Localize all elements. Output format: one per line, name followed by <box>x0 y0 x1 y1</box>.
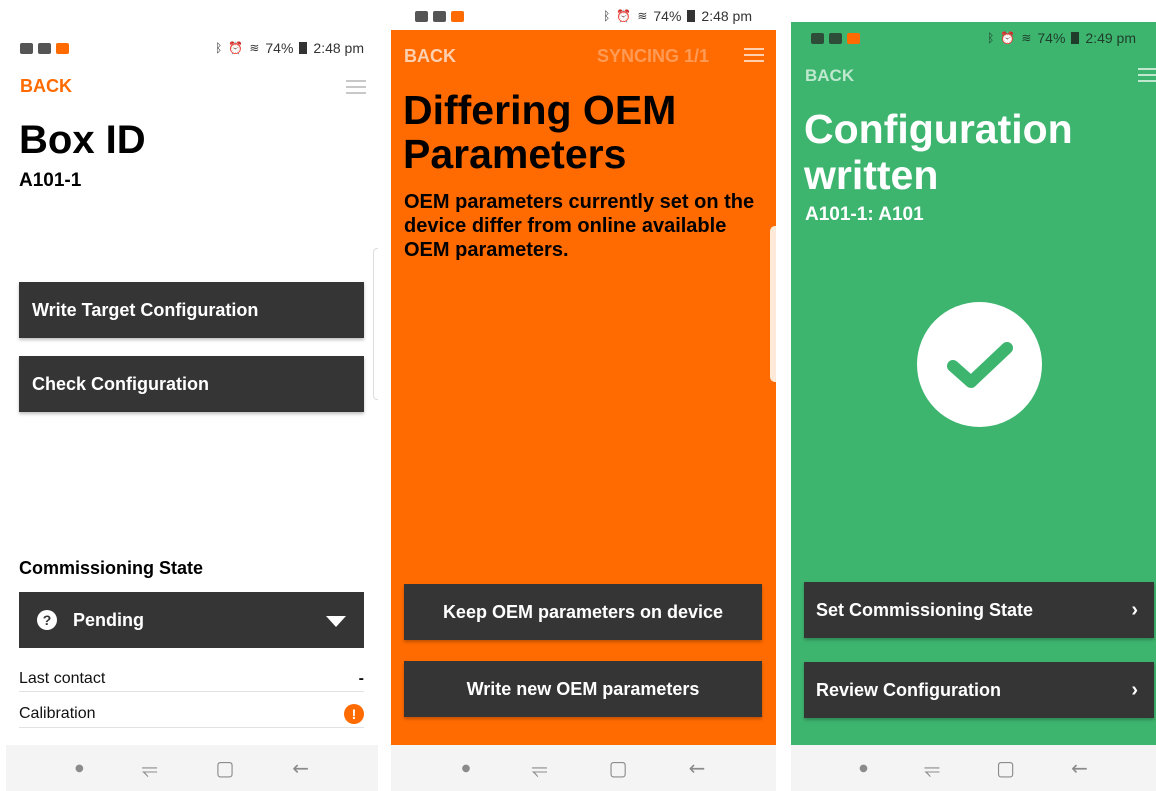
home-icon[interactable]: ▢ <box>609 756 628 780</box>
message-icon <box>38 42 51 54</box>
back-button[interactable]: BACK <box>20 76 72 97</box>
back-button[interactable]: BACK <box>805 66 854 86</box>
page-title: Differing OEM Parameters <box>403 87 677 177</box>
battery-percent: 74% <box>1037 30 1066 46</box>
gallery-icon <box>20 42 33 54</box>
dot-icon[interactable]: ● <box>75 763 84 774</box>
clock: 2:48 pm <box>701 8 752 24</box>
nav-bar: ● ⥫ ▢ ← <box>791 745 1156 791</box>
battery-icon <box>1071 32 1080 44</box>
recent-apps-icon[interactable]: ⥫ <box>531 756 547 780</box>
nav-bar: ● ⥫ ▢ ← <box>6 745 378 791</box>
box-id-value: A101-1 <box>19 170 82 191</box>
page-title: Box ID <box>19 118 146 162</box>
commissioning-state-heading: Commissioning State <box>19 558 204 578</box>
write-target-configuration-button[interactable]: Write Target Configuration <box>19 282 364 338</box>
home-icon[interactable]: ▢ <box>215 756 234 780</box>
checkmark-icon <box>946 341 1013 388</box>
screen-box-id: ᛒ ⏰ ≋ 74% 2:48 pm BACK Box ID A101-1 Wri… <box>6 30 378 791</box>
clock: 2:48 pm <box>313 40 364 56</box>
help-icon: ? <box>37 610 57 630</box>
page-title: Configuration written <box>804 106 1073 198</box>
alarm-icon: ⏰ <box>1000 31 1016 45</box>
menu-icon[interactable] <box>1138 68 1156 82</box>
status-bar: ᛒ ⏰ ≋ 74% 2:49 pm <box>791 25 1156 51</box>
alarm-icon: ⏰ <box>228 41 244 55</box>
wifi-icon: ≋ <box>249 41 260 55</box>
last-contact-value: - <box>358 669 364 687</box>
gallery-icon <box>811 32 824 44</box>
last-contact-label: Last contact <box>19 669 106 687</box>
device-id: A101-1: A101 <box>805 204 924 225</box>
app-notification-icon <box>847 32 860 44</box>
status-bar: ᛒ ⏰ ≋ 74% 2:48 pm <box>6 35 378 61</box>
bluetooth-icon: ᛒ <box>987 31 995 45</box>
set-commissioning-state-label: Set Commissioning State <box>816 599 1034 620</box>
wifi-icon: ≋ <box>637 9 648 23</box>
scroll-handle[interactable] <box>770 226 776 382</box>
chevron-right-icon: › <box>1131 598 1138 621</box>
success-check-icon <box>917 302 1042 427</box>
chevron-right-icon: › <box>1131 678 1138 701</box>
wifi-icon: ≋ <box>1021 31 1032 45</box>
back-button[interactable]: BACK <box>404 46 456 67</box>
review-configuration-label: Review Configuration <box>816 679 1002 700</box>
bluetooth-icon: ᛒ <box>603 9 611 23</box>
app-notification-icon <box>56 42 69 54</box>
review-configuration-button[interactable]: Review Configuration › <box>804 662 1154 718</box>
calibration-row: Calibration ! <box>19 700 364 728</box>
home-icon[interactable]: ▢ <box>996 756 1015 780</box>
menu-icon[interactable] <box>346 80 366 94</box>
check-configuration-button[interactable]: Check Configuration <box>19 356 364 412</box>
battery-icon <box>687 10 696 22</box>
back-arrow-icon[interactable]: ← <box>689 756 706 780</box>
write-new-oem-parameters-button[interactable]: Write new OEM parameters <box>404 661 762 717</box>
clock: 2:49 pm <box>1085 30 1136 46</box>
commissioning-state-value: Pending <box>73 609 144 630</box>
set-commissioning-state-button[interactable]: Set Commissioning State › <box>804 582 1154 638</box>
battery-percent: 74% <box>653 8 682 24</box>
back-arrow-icon[interactable]: ← <box>1071 756 1088 780</box>
battery-percent: 74% <box>265 40 294 56</box>
gallery-icon <box>415 10 428 22</box>
warning-icon[interactable]: ! <box>344 703 364 724</box>
battery-icon <box>299 42 308 54</box>
dot-icon[interactable]: ● <box>859 763 868 774</box>
last-contact-row: Last contact - <box>19 666 364 692</box>
message-icon <box>829 32 842 44</box>
status-bar: ᛒ ⏰ ≋ 74% 2:48 pm <box>391 3 776 29</box>
recent-apps-icon[interactable]: ⥫ <box>924 756 940 780</box>
calibration-label: Calibration <box>19 704 96 722</box>
commissioning-state-dropdown[interactable]: ? Pending <box>19 592 364 648</box>
dot-icon[interactable]: ● <box>462 763 471 774</box>
dropdown-arrow-icon <box>326 616 346 627</box>
back-arrow-icon[interactable]: ← <box>292 756 309 780</box>
alarm-icon: ⏰ <box>616 9 632 23</box>
keep-oem-parameters-button[interactable]: Keep OEM parameters on device <box>404 584 762 640</box>
screen-configuration-written: ᛒ ⏰ ≋ 74% 2:49 pm BACK Configuration wri… <box>791 22 1156 791</box>
nav-bar: ● ⥫ ▢ ← <box>391 745 776 791</box>
app-notification-icon <box>451 10 464 22</box>
message-icon <box>433 10 446 22</box>
menu-icon[interactable] <box>744 48 764 62</box>
bluetooth-icon: ᛒ <box>215 41 223 55</box>
oem-message: OEM parameters currently set on the devi… <box>404 191 755 261</box>
scroll-handle[interactable] <box>373 248 378 400</box>
syncing-status: SYNCING 1/1 <box>597 46 710 66</box>
screen-differing-oem: ᛒ ⏰ ≋ 74% 2:48 pm BACK SYNCING 1/1 Diffe… <box>391 0 776 791</box>
recent-apps-icon[interactable]: ⥫ <box>142 756 158 780</box>
